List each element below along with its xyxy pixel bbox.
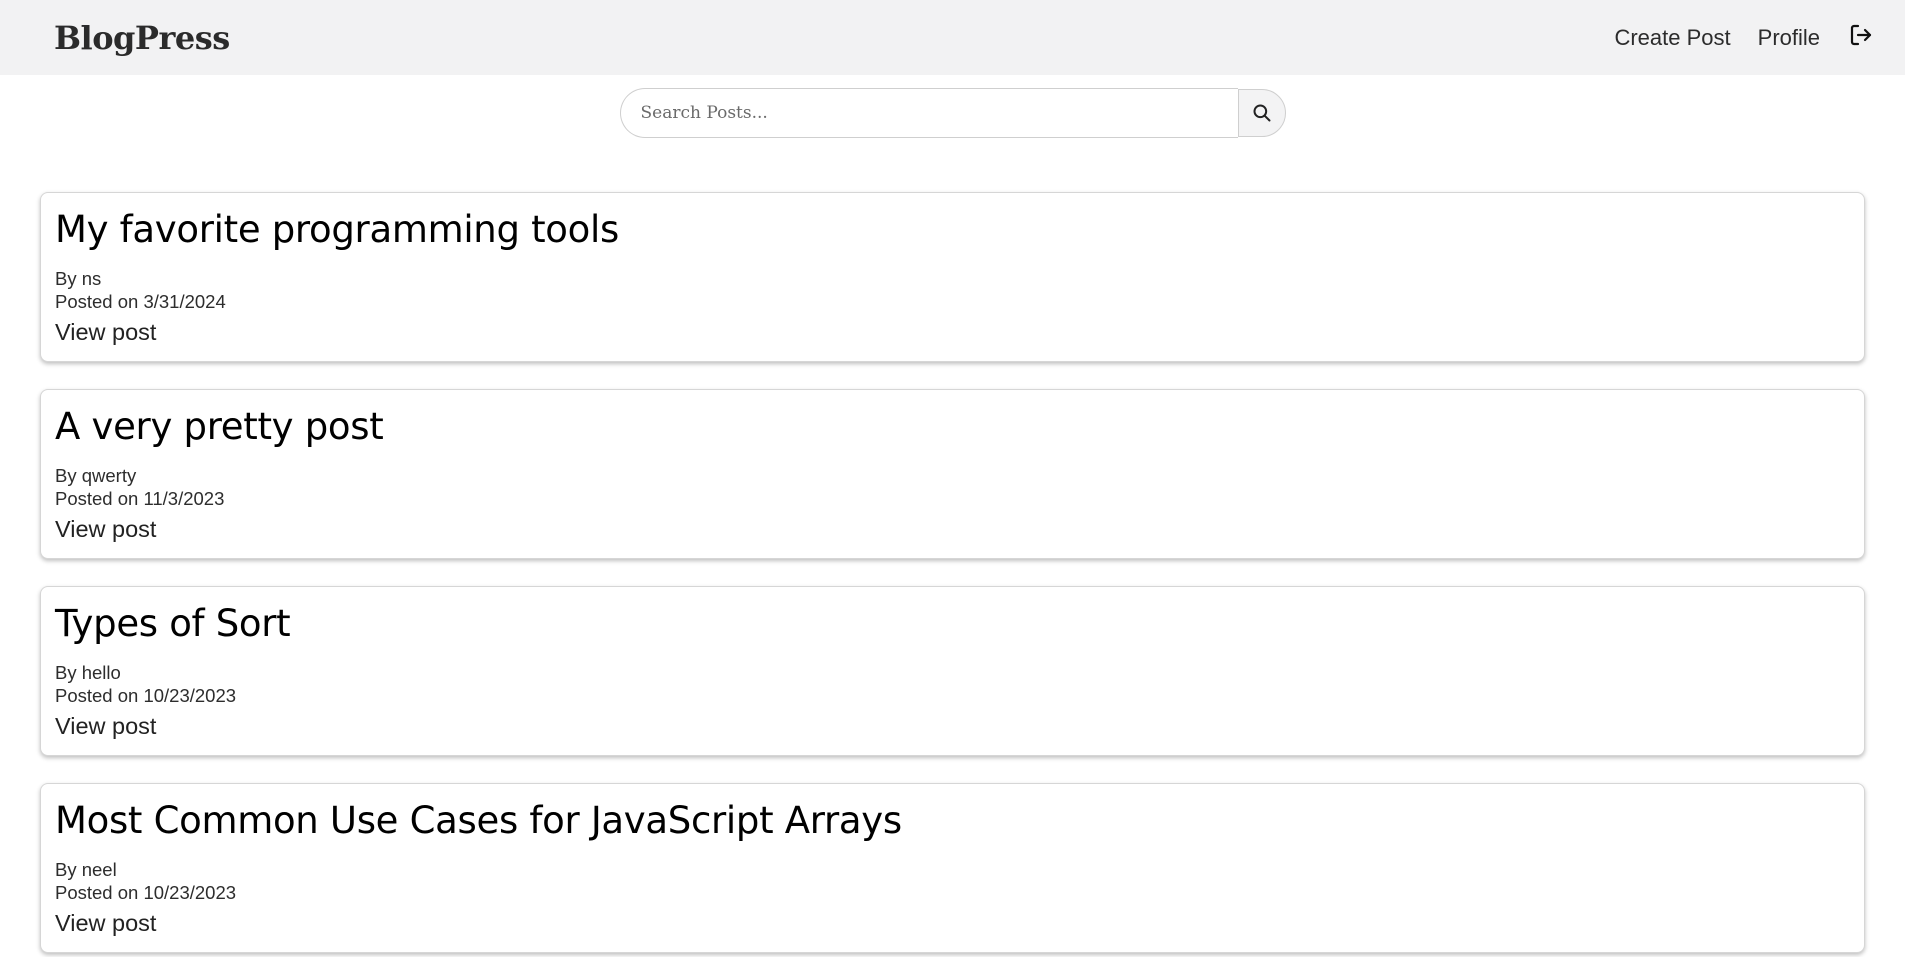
post-author: By neel [55,859,117,880]
view-post-link[interactable]: View post [55,514,156,544]
post-card: A very pretty post By qwerty Posted on 1… [40,389,1865,559]
post-title: My favorite programming tools [55,208,619,251]
post-card: Types of Sort By hello Posted on 10/23/2… [40,586,1865,756]
navbar: BlogPress Create Post Profile [0,0,1905,75]
search-icon [1253,104,1270,122]
post-date: Posted on 11/3/2023 [55,488,225,509]
post-title: A very pretty post [55,405,384,448]
profile-link[interactable]: Profile [1758,25,1820,51]
post-card: My favorite programming tools By ns Post… [40,192,1865,362]
brand-logo[interactable]: BlogPress [54,19,230,57]
create-post-link[interactable]: Create Post [1614,25,1730,51]
search-group [619,88,1286,138]
post-author: By hello [55,662,121,683]
post-card: Most Common Use Cases for JavaScript Arr… [40,783,1865,953]
post-title: Most Common Use Cases for JavaScript Arr… [55,799,902,842]
search-input[interactable] [619,88,1238,138]
view-post-link[interactable]: View post [55,908,156,938]
search-button[interactable] [1237,89,1286,137]
view-post-link[interactable]: View post [55,711,156,741]
post-author: By ns [55,268,102,289]
post-date: Posted on 10/23/2023 [55,685,237,706]
search-bar [0,88,1905,138]
post-list: My favorite programming tools By ns Post… [0,192,1905,953]
logout-icon[interactable] [1847,21,1875,49]
post-date: Posted on 3/31/2024 [55,291,226,312]
view-post-link[interactable]: View post [55,317,156,347]
nav-links: Create Post Profile [1614,24,1875,51]
post-author: By qwerty [55,465,137,486]
post-date: Posted on 10/23/2023 [55,882,237,903]
post-title: Types of Sort [55,602,291,645]
